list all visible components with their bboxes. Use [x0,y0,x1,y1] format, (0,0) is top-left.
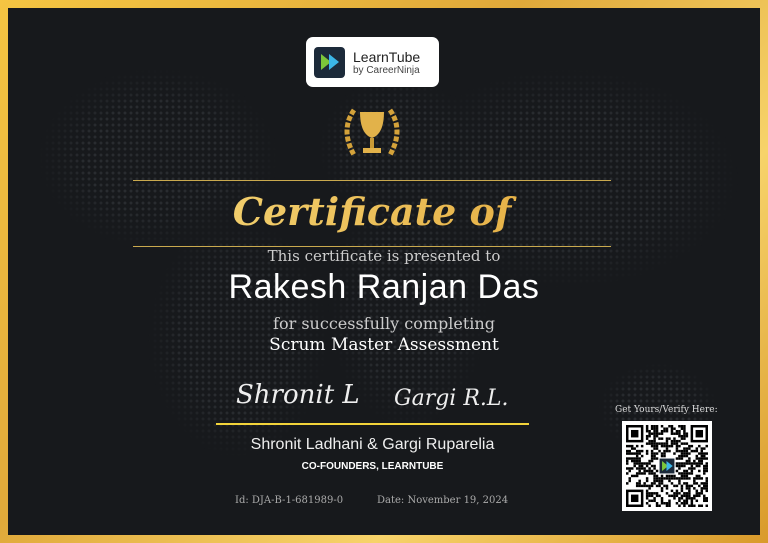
qr-icon [625,424,709,508]
learntube-logo: LearnTube by CareerNinja [306,37,439,87]
signer-role: CO-FOUNDERS, LEARNTUBE [301,461,444,472]
certificate-title: Certificate of Completion [133,180,611,296]
certificate-date: Date: November 19, 2024 [377,495,509,506]
course-name: Scrum Master Assessment [269,335,499,355]
logo-sub: by CareerNinja [353,64,420,76]
certificate-id: Id: DJA-B-1-681989-0 [235,495,344,506]
signer-names: Shronit Ladhani & Gargi Ruparelia [250,436,495,453]
signature-gargi: Gargi R.L. [394,386,509,411]
verify-label: Get Yours/Verify Here: [615,405,718,415]
signature-shronit: Shronit L [236,380,360,410]
play-forward-icon [314,46,345,78]
presented-text: This certificate is presented to [267,247,501,265]
logo-name: LearnTube [353,48,421,65]
trophy-icon [332,100,412,175]
certificate: LearnTube by CareerNinja Certificate of … [8,8,760,535]
verify-qr-code[interactable] [622,421,712,511]
for-text: for successfully completing [273,314,495,333]
recipient-name: Rakesh Ranjan Das [228,268,540,306]
signature-line [216,423,529,425]
